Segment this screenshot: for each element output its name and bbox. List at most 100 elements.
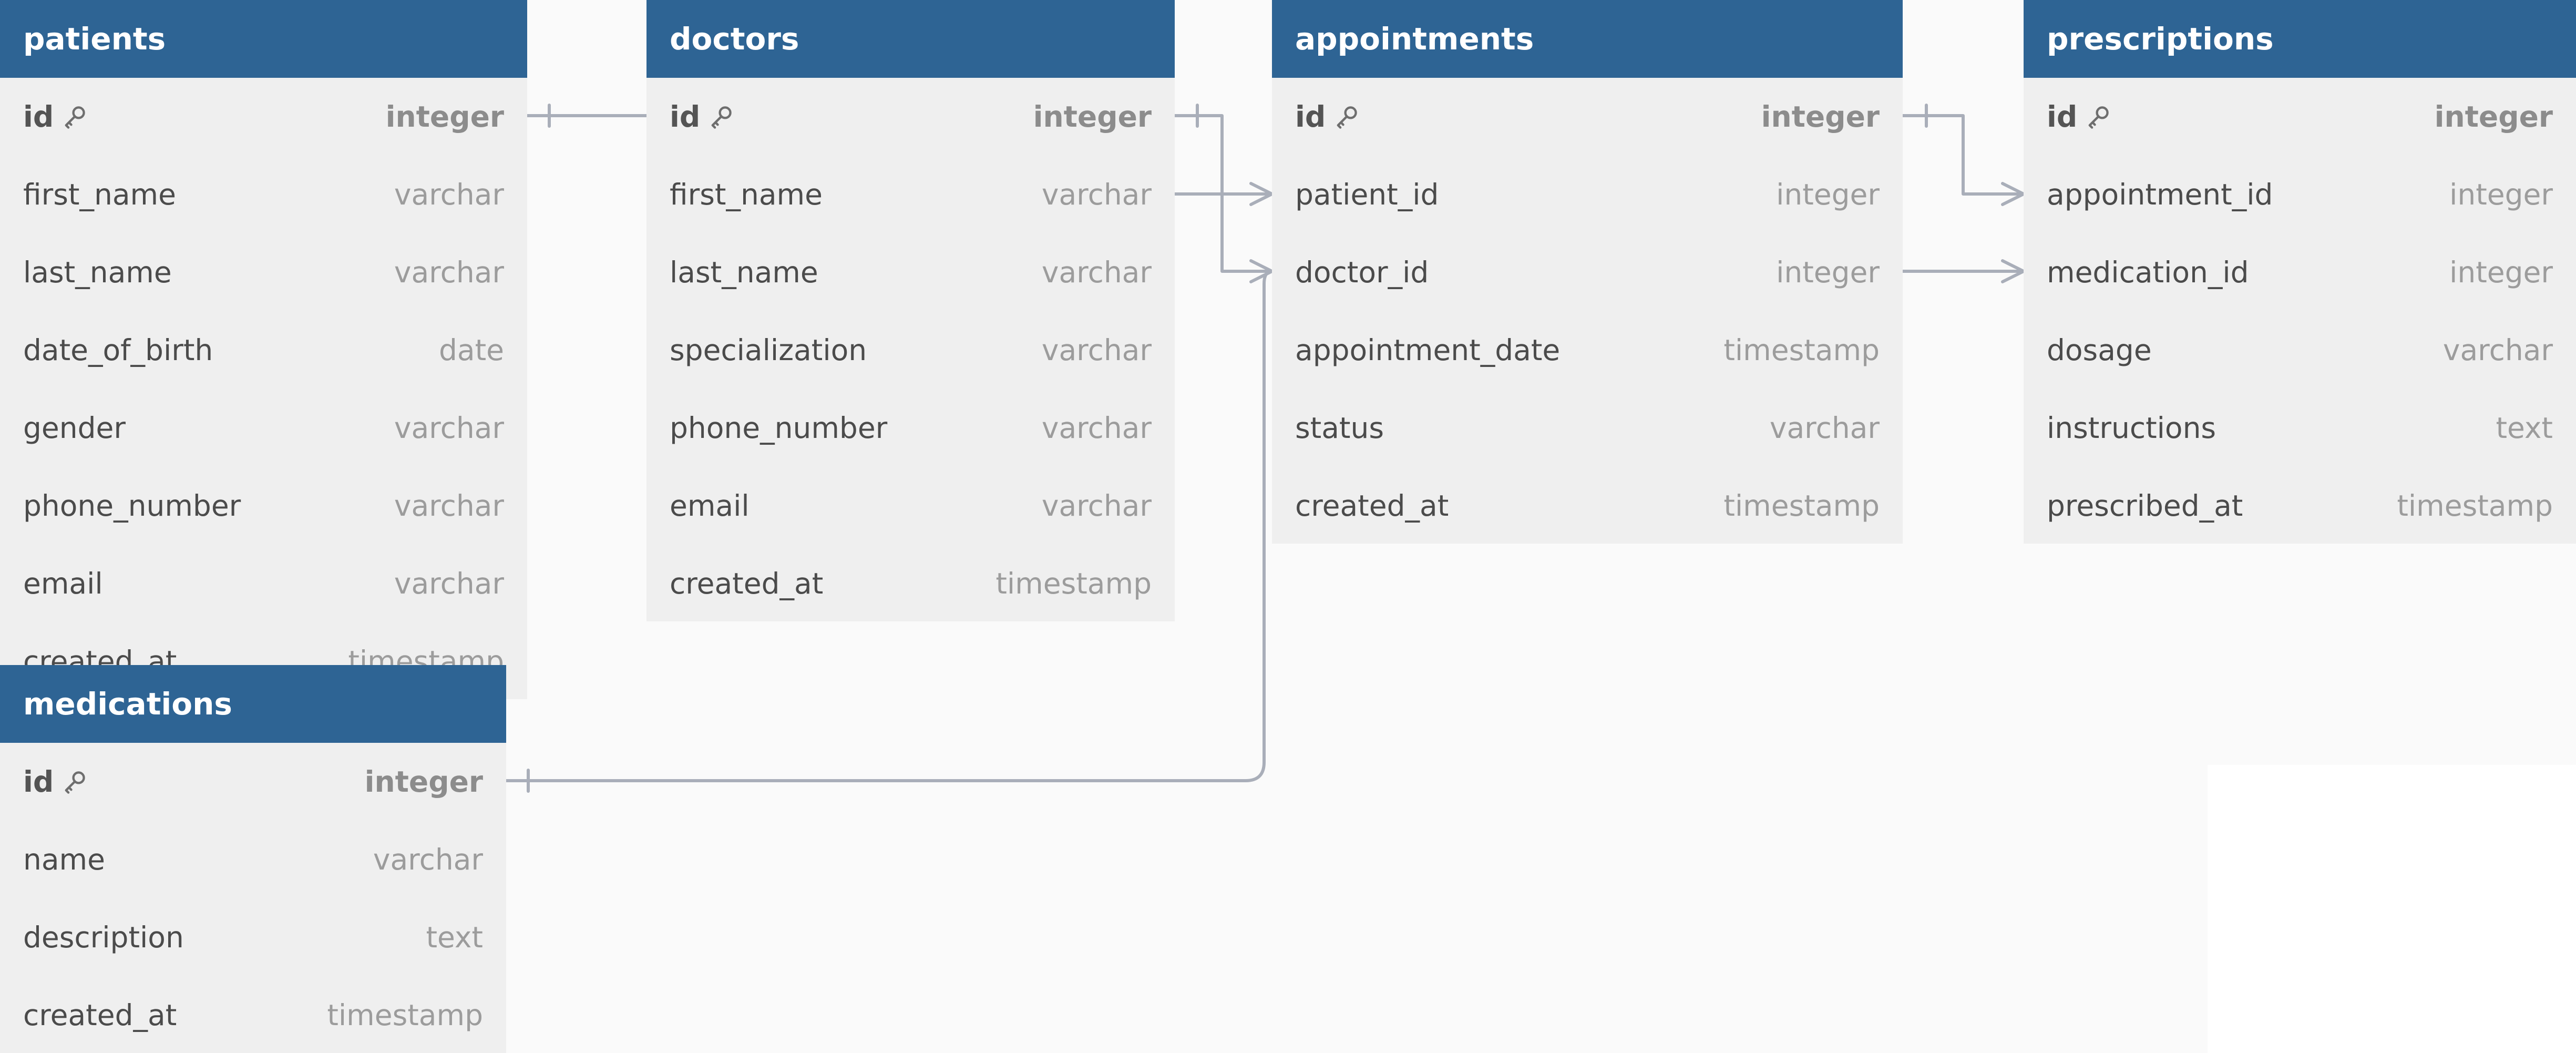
column-type: varchar (1769, 411, 1880, 445)
primary-key-icon (707, 103, 735, 130)
column-row-appointments-created_at[interactable]: created_at timestamp (1272, 467, 1903, 544)
column-row-prescriptions-appointment_id[interactable]: appointment_id integer (2024, 156, 2576, 233)
column-type: integer (2449, 255, 2553, 289)
column-name-text: first_name (670, 178, 823, 211)
primary-key-icon (1333, 103, 1360, 130)
column-type: integer (2434, 100, 2553, 134)
column-name-text: id (2047, 100, 2078, 134)
column-row-medications-description[interactable]: description text (0, 898, 506, 976)
column-row-prescriptions-dosage[interactable]: dosage varchar (2024, 311, 2576, 389)
column-name-text: status (1295, 411, 1384, 445)
column-row-doctors-id[interactable]: id integer (646, 78, 1175, 156)
column-type: varchar (1041, 411, 1152, 445)
table-header-doctors[interactable]: doctors (646, 0, 1175, 78)
column-row-medications-id[interactable]: id integer (0, 743, 506, 821)
table-header-appointments[interactable]: appointments (1272, 0, 1903, 78)
column-name: last_name (23, 255, 172, 289)
column-type: integer (1776, 178, 1880, 211)
column-name: email (670, 489, 750, 523)
primary-key-icon (61, 768, 88, 795)
column-name-text: created_at (1295, 489, 1449, 523)
column-name: appointment_date (1295, 333, 1560, 367)
table-medications[interactable]: medications id integer name varchar descript… (0, 665, 506, 1053)
column-type: varchar (394, 411, 504, 445)
table-prescriptions[interactable]: prescriptions id integer appointment_id int… (2024, 0, 2576, 544)
column-type: varchar (1041, 255, 1152, 289)
column-row-appointments-appointment_date[interactable]: appointment_date timestamp (1272, 311, 1903, 389)
column-name-text: specialization (670, 333, 867, 367)
column-name: last_name (670, 255, 818, 289)
column-row-medications-name[interactable]: name varchar (0, 821, 506, 898)
column-row-patients-date_of_birth[interactable]: date_of_birth date (0, 311, 527, 389)
column-name: id (2047, 100, 2112, 134)
column-type: integer (2449, 178, 2553, 211)
column-row-doctors-created_at[interactable]: created_at timestamp (646, 545, 1175, 621)
column-name: email (23, 567, 103, 600)
column-row-patients-phone_number[interactable]: phone_number varchar (0, 467, 527, 545)
column-name: instructions (2047, 411, 2216, 445)
column-name: doctor_id (1295, 255, 1429, 289)
column-name: created_at (1295, 489, 1449, 523)
column-type: integer (1761, 100, 1880, 134)
column-type: varchar (1041, 489, 1152, 523)
column-type: timestamp (327, 998, 483, 1032)
table-header-prescriptions[interactable]: prescriptions (2024, 0, 2576, 78)
column-name-text: phone_number (670, 411, 888, 445)
column-type: integer (1776, 255, 1880, 289)
column-row-doctors-first_name[interactable]: first_name varchar (646, 156, 1175, 233)
column-name-text: medication_id (2047, 255, 2249, 289)
column-row-prescriptions-prescribed_at[interactable]: prescribed_at timestamp (2024, 467, 2576, 544)
column-name: id (23, 765, 88, 799)
column-row-patients-last_name[interactable]: last_name varchar (0, 233, 527, 311)
column-row-patients-first_name[interactable]: first_name varchar (0, 156, 527, 233)
column-row-appointments-status[interactable]: status varchar (1272, 389, 1903, 467)
column-row-doctors-email[interactable]: email varchar (646, 467, 1175, 545)
column-type: text (426, 921, 483, 954)
column-name-text: prescribed_at (2047, 489, 2243, 523)
column-name-text: id (23, 765, 54, 799)
column-name-text: doctor_id (1295, 255, 1429, 289)
table-appointments[interactable]: appointments id integer patient_id integer d… (1272, 0, 1903, 544)
column-name-text: email (670, 489, 750, 523)
column-row-prescriptions-id[interactable]: id integer (2024, 78, 2576, 156)
column-row-doctors-phone_number[interactable]: phone_number varchar (646, 389, 1175, 467)
column-name-text: id (670, 100, 701, 134)
column-type: varchar (394, 489, 504, 523)
column-row-patients-gender[interactable]: gender varchar (0, 389, 527, 467)
column-type: text (2496, 411, 2553, 445)
column-row-appointments-doctor_id[interactable]: doctor_id integer (1272, 233, 1903, 311)
column-row-prescriptions-medication_id[interactable]: medication_id integer (2024, 233, 2576, 311)
column-name: id (23, 100, 88, 134)
column-name: created_at (670, 567, 823, 600)
table-doctors[interactable]: doctors id integer first_name varchar last_n… (646, 0, 1175, 621)
column-name: date_of_birth (23, 333, 213, 367)
column-name-text: phone_number (23, 489, 241, 523)
table-header-patients[interactable]: patients (0, 0, 527, 78)
column-name: prescribed_at (2047, 489, 2243, 523)
column-name: medication_id (2047, 255, 2249, 289)
column-row-patients-id[interactable]: id integer (0, 78, 527, 156)
column-row-doctors-specialization[interactable]: specialization varchar (646, 311, 1175, 389)
column-name-text: created_at (670, 567, 824, 600)
column-name-text: dosage (2047, 333, 2152, 367)
table-patients[interactable]: patients id integer first_name varchar last_… (0, 0, 527, 699)
column-type: varchar (1041, 178, 1152, 211)
column-type: integer (385, 100, 504, 134)
column-name-text: email (23, 567, 103, 600)
column-row-doctors-last_name[interactable]: last_name varchar (646, 233, 1175, 311)
primary-key-icon (61, 103, 88, 130)
column-row-appointments-patient_id[interactable]: patient_id integer (1272, 156, 1903, 233)
column-row-appointments-id[interactable]: id integer (1272, 78, 1903, 156)
relationship-appointments-prescriptions (1901, 104, 2025, 206)
column-row-patients-email[interactable]: email varchar (0, 545, 527, 622)
column-name: id (1295, 100, 1360, 134)
column-row-medications-created_at[interactable]: created_at timestamp (0, 976, 506, 1053)
column-type: timestamp (1723, 333, 1880, 367)
column-name: patient_id (1295, 178, 1439, 211)
column-name-text: patient_id (1295, 178, 1439, 211)
table-header-medications[interactable]: medications (0, 665, 506, 743)
column-name: first_name (23, 178, 176, 211)
column-name: dosage (2047, 333, 2152, 367)
column-name: status (1295, 411, 1384, 445)
column-row-prescriptions-instructions[interactable]: instructions text (2024, 389, 2576, 467)
